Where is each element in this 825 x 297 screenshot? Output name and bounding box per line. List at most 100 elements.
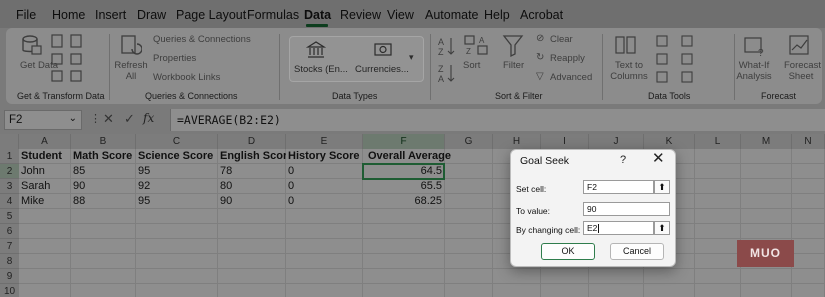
- tab-draw[interactable]: Draw: [137, 8, 166, 22]
- spreadsheet-grid[interactable]: ABCDEFGHIJKLMN 1 2 3 4 5 6 7 8 9 10 Student Math Sc…: [0, 134, 825, 297]
- tab-acrobat[interactable]: Acrobat: [520, 8, 563, 22]
- set-cell-input[interactable]: F2: [583, 180, 654, 194]
- by-changing-cell-input[interactable]: E2: [583, 221, 654, 235]
- cancel-button[interactable]: Cancel: [610, 243, 664, 260]
- table-cell[interactable]: 92: [136, 179, 218, 194]
- table-cell[interactable]: 88: [71, 194, 136, 209]
- tab-home[interactable]: Home: [52, 8, 85, 22]
- close-icon[interactable]: ✕: [652, 151, 665, 167]
- tab-help[interactable]: Help: [484, 8, 510, 22]
- sort-label[interactable]: Sort: [463, 60, 480, 71]
- table-cell[interactable]: Sarah: [19, 179, 71, 194]
- table-cell[interactable]: 65.5: [363, 179, 445, 194]
- header-cell[interactable]: Student: [19, 149, 71, 164]
- get-data-small-icons[interactable]: [51, 34, 87, 86]
- more-options-icon[interactable]: ⋮: [90, 112, 101, 125]
- name-box[interactable]: F2 ⌄: [4, 110, 82, 130]
- filter-label[interactable]: Filter: [503, 60, 524, 71]
- row-header-7[interactable]: 7: [0, 239, 19, 254]
- currencies-label[interactable]: Currencies...: [355, 64, 409, 75]
- table-cell[interactable]: 90: [218, 194, 286, 209]
- table-cell[interactable]: 0: [286, 194, 363, 209]
- refresh-all-label[interactable]: Refresh All: [114, 60, 148, 82]
- row-header-5[interactable]: 5: [0, 209, 19, 224]
- filter-icon[interactable]: [502, 34, 524, 58]
- text-to-columns-icon[interactable]: [614, 34, 638, 58]
- column-header-k[interactable]: K: [644, 134, 695, 149]
- column-header-a[interactable]: A: [19, 134, 71, 149]
- tab-formulas[interactable]: Formulas: [247, 8, 299, 22]
- tab-insert[interactable]: Insert: [95, 8, 126, 22]
- table-cell[interactable]: 0: [286, 179, 363, 194]
- forecast-sheet-icon[interactable]: [788, 34, 812, 58]
- sort-icon[interactable]: Z A: [463, 34, 489, 58]
- column-header-i[interactable]: I: [541, 134, 589, 149]
- properties-button[interactable]: Properties: [153, 53, 196, 64]
- to-value-input[interactable]: 90: [583, 202, 670, 216]
- column-header-l[interactable]: L: [695, 134, 741, 149]
- row-header-8[interactable]: 8: [0, 254, 19, 269]
- queries-connections-button[interactable]: Queries & Connections: [153, 34, 251, 45]
- reapply-button[interactable]: Reapply: [550, 53, 585, 64]
- table-cell[interactable]: Mike: [19, 194, 71, 209]
- what-if-icon[interactable]: ?: [743, 34, 767, 58]
- table-cell[interactable]: 95: [136, 194, 218, 209]
- tab-page-layout[interactable]: Page Layout: [176, 8, 246, 22]
- ok-button[interactable]: OK: [541, 243, 595, 260]
- formula-input[interactable]: =AVERAGE(B2:E2): [170, 109, 825, 131]
- column-header-n[interactable]: N: [792, 134, 825, 149]
- confirm-formula-icon[interactable]: ✓: [124, 111, 135, 127]
- tab-view[interactable]: View: [387, 8, 414, 22]
- sort-az-icon[interactable]: A Z Z A: [436, 34, 458, 86]
- column-header-f[interactable]: F: [363, 134, 445, 149]
- table-cell[interactable]: 0: [286, 164, 363, 179]
- header-cell[interactable]: Science Score: [136, 149, 218, 164]
- data-tools-small-icons[interactable]: [656, 34, 716, 86]
- collapse-dialog-icon[interactable]: ⬆: [654, 180, 670, 194]
- row-header-3[interactable]: 3: [0, 179, 19, 194]
- clear-button[interactable]: Clear: [550, 34, 573, 45]
- table-cell[interactable]: John: [19, 164, 71, 179]
- stocks-label[interactable]: Stocks (En...: [294, 64, 348, 75]
- column-header-b[interactable]: B: [71, 134, 136, 149]
- row-header-1[interactable]: 1: [0, 149, 19, 164]
- header-cell[interactable]: Math Score: [71, 149, 136, 164]
- select-all-corner[interactable]: [0, 134, 19, 149]
- advanced-button[interactable]: Advanced: [550, 72, 592, 83]
- tab-file[interactable]: File: [16, 8, 36, 22]
- what-if-label[interactable]: What-If Analysis: [736, 60, 772, 82]
- table-cell[interactable]: 80: [218, 179, 286, 194]
- gallery-more-icon[interactable]: ▾: [409, 52, 414, 63]
- table-cell[interactable]: 78: [218, 164, 286, 179]
- column-header-e[interactable]: E: [286, 134, 363, 149]
- data-types-gallery[interactable]: Stocks (En... Currencies...: [289, 36, 424, 82]
- refresh-icon[interactable]: [120, 34, 142, 58]
- table-cell[interactable]: 85: [71, 164, 136, 179]
- table-cell[interactable]: 95: [136, 164, 218, 179]
- workbook-links-button[interactable]: Workbook Links: [153, 72, 220, 83]
- table-cell[interactable]: 68.25: [363, 194, 445, 209]
- header-cell[interactable]: History Score: [286, 149, 363, 164]
- row-header-4[interactable]: 4: [0, 194, 19, 209]
- database-icon[interactable]: [20, 34, 42, 56]
- row-header-2[interactable]: 2: [0, 164, 19, 179]
- row-header-9[interactable]: 9: [0, 269, 19, 284]
- chevron-down-icon[interactable]: ⌄: [69, 113, 77, 124]
- help-icon[interactable]: ?: [620, 154, 626, 166]
- table-cell[interactable]: 90: [71, 179, 136, 194]
- tab-data[interactable]: Data: [304, 8, 331, 22]
- column-header-d[interactable]: D: [218, 134, 286, 149]
- cancel-formula-icon[interactable]: ✕: [103, 111, 114, 127]
- column-header-c[interactable]: C: [136, 134, 218, 149]
- header-cell[interactable]: English Score: [218, 149, 286, 164]
- column-header-m[interactable]: M: [741, 134, 792, 149]
- column-header-j[interactable]: J: [589, 134, 644, 149]
- row-header-6[interactable]: 6: [0, 224, 19, 239]
- column-header-h[interactable]: H: [493, 134, 541, 149]
- tab-review[interactable]: Review: [340, 8, 381, 22]
- collapse-dialog-icon[interactable]: ⬆: [654, 221, 670, 235]
- row-header-10[interactable]: 10: [0, 284, 19, 297]
- insert-function-icon[interactable]: fx: [143, 111, 154, 125]
- header-cell[interactable]: Overall Average: [363, 149, 455, 164]
- forecast-sheet-label[interactable]: Forecast Sheet: [784, 60, 821, 82]
